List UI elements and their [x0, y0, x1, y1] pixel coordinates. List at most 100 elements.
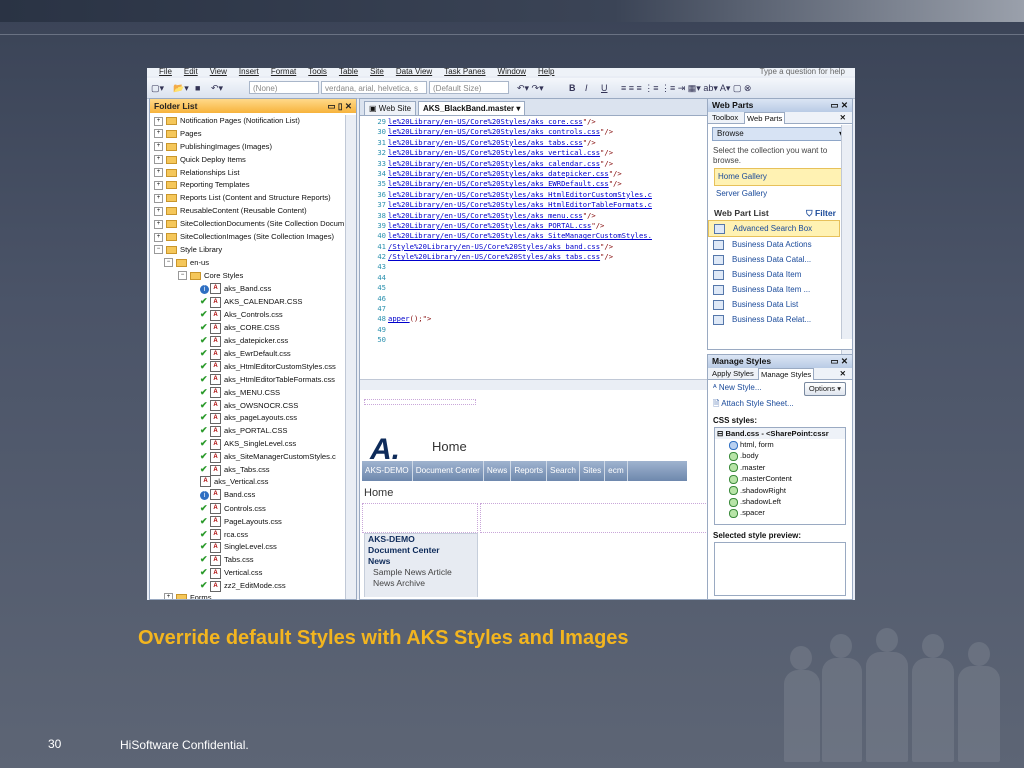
open-icon[interactable]: 📂▾: [173, 82, 189, 94]
tree-node[interactable]: + Pages: [150, 128, 346, 141]
tree-node[interactable]: ✔ Aaks_MENU.CSS: [150, 386, 346, 399]
nav-tab[interactable]: AKS-DEMO: [362, 461, 413, 481]
menu-item[interactable]: Data View: [396, 68, 432, 76]
quick-launch-heading[interactable]: News: [365, 556, 477, 567]
menu-item[interactable]: Site: [370, 68, 384, 76]
underline-icon[interactable]: U: [601, 82, 608, 94]
nav-tab[interactable]: ecm: [605, 461, 628, 481]
css-rule-item[interactable]: .spacer: [715, 507, 845, 518]
quick-launch-heading[interactable]: AKS-DEMO: [365, 534, 477, 545]
tree-node[interactable]: ✔ A AKS_CALENDAR.CSS: [150, 295, 346, 308]
tree-node[interactable]: ✔ Aaks_HtmlEditorCustomStyles.css: [150, 360, 346, 373]
web-part-item[interactable]: Business Data Item: [708, 267, 852, 282]
italic-icon[interactable]: I: [585, 82, 588, 94]
tree-node[interactable]: + SiteCollectionDocuments (Site Collectio…: [150, 218, 346, 231]
menu-item[interactable]: Edit: [184, 68, 198, 76]
save-icon[interactable]: ■: [195, 82, 200, 94]
nav-tab[interactable]: News: [484, 461, 512, 481]
expand-icon[interactable]: +: [154, 116, 163, 126]
tree-node[interactable]: − en-us: [150, 257, 346, 270]
tree-node[interactable]: ✔ Azz2_EditMode.css: [150, 579, 346, 592]
browse-dropdown[interactable]: Browse▾: [712, 127, 848, 141]
menu-item[interactable]: Window: [498, 68, 526, 76]
expand-icon[interactable]: +: [154, 129, 163, 139]
css-rule-item[interactable]: .master: [715, 462, 845, 473]
collapse-icon[interactable]: −: [154, 245, 163, 255]
tree-node[interactable]: ✔ Aaks_OWSNOCR.CSS: [150, 399, 346, 412]
expand-icon[interactable]: +: [154, 193, 163, 203]
tree-node[interactable]: + Reports List (Content and Structure Rep…: [150, 192, 346, 205]
nav-tab[interactable]: Reports: [511, 461, 548, 481]
gallery-server[interactable]: Server Gallery: [708, 186, 852, 202]
tree-node[interactable]: ✔ A AKS_SingleLevel.css: [150, 437, 346, 450]
close-icon[interactable]: ✕: [838, 112, 848, 123]
menu-item[interactable]: Task Panes: [444, 68, 485, 76]
web-part-item[interactable]: Business Data Relat...: [708, 312, 852, 327]
tab-manage-styles[interactable]: Manage Styles: [758, 368, 815, 380]
tree-node[interactable]: ✔ A PageLayouts.css: [150, 515, 346, 528]
gallery-home[interactable]: Home Gallery: [714, 168, 846, 186]
menu-item[interactable]: Insert: [239, 68, 259, 76]
tree-node[interactable]: Aaks_Vertical.css: [150, 476, 346, 489]
tree-node[interactable]: + SiteCollectionImages (Site Collection I…: [150, 231, 346, 244]
web-part-item[interactable]: Business Data List: [708, 297, 852, 312]
web-part-item[interactable]: Business Data Item ...: [708, 282, 852, 297]
filter-button[interactable]: ⛉ Filter: [806, 208, 836, 219]
tree-node[interactable]: + Notification Pages (Notification List): [150, 115, 346, 128]
undo2-icon[interactable]: ↶▾ ↷▾: [517, 82, 544, 94]
tab-web-site[interactable]: ▣ Web Site: [364, 101, 417, 115]
expand-icon[interactable]: +: [154, 219, 163, 229]
tree-node[interactable]: + ReusableContent (Reusable Content): [150, 205, 346, 218]
tree-node[interactable]: + Forms: [150, 592, 346, 599]
tree-node[interactable]: + Quick Deploy Items: [150, 154, 346, 167]
style-sheet-node[interactable]: ⊟ Band.css - <SharePoint:cssr: [715, 428, 845, 439]
tree-node[interactable]: − Core Styles: [150, 270, 346, 283]
quick-launch-heading[interactable]: Document Center: [365, 545, 477, 556]
quick-launch-item[interactable]: Sample News Article: [365, 567, 477, 578]
close-icon[interactable]: ▭ ✕: [830, 99, 848, 112]
style-combo[interactable]: (None): [249, 81, 319, 94]
new-page-icon[interactable]: ▢▾: [151, 82, 164, 94]
menu-item[interactable]: Table: [339, 68, 358, 76]
tree-node[interactable]: ✔ A SingleLevel.css: [150, 540, 346, 553]
css-rule-item[interactable]: .shadowRight: [715, 485, 845, 496]
menu-item[interactable]: View: [210, 68, 227, 76]
tree-node[interactable]: ✔ Aaks_HtmlEditorTableFormats.css: [150, 373, 346, 386]
collapse-icon[interactable]: +: [164, 593, 173, 599]
new-style-link[interactable]: ᴬ New Style...: [713, 383, 762, 392]
expand-icon[interactable]: +: [154, 180, 163, 190]
tree-node[interactable]: + Relationships List: [150, 167, 346, 180]
tree-node[interactable]: ✔ Aaks_pageLayouts.css: [150, 411, 346, 424]
collapse-icon[interactable]: −: [178, 271, 187, 281]
expand-icon[interactable]: +: [154, 155, 163, 165]
bold-icon[interactable]: B: [569, 82, 576, 94]
expand-icon[interactable]: +: [154, 206, 163, 216]
tree-node[interactable]: ✔ A Aks_Controls.css: [150, 308, 346, 321]
tab-master-page[interactable]: AKS_BlackBand.master ▾: [418, 101, 526, 115]
expand-icon[interactable]: +: [154, 142, 163, 152]
nav-tab[interactable]: Sites: [580, 461, 606, 481]
tree-node[interactable]: + PublishingImages (Images): [150, 141, 346, 154]
menu-item[interactable]: Tools: [308, 68, 327, 76]
close-icon[interactable]: ▭ ▯ ✕: [327, 99, 352, 113]
css-rule-item[interactable]: .masterContent: [715, 473, 845, 484]
attach-style-sheet-link[interactable]: 🗎 Attach Style Sheet...: [708, 396, 852, 412]
tree-node[interactable]: ✔ Aaks_Tabs.css: [150, 463, 346, 476]
collapse-icon[interactable]: −: [164, 258, 173, 268]
close-icon[interactable]: ▭ ✕: [830, 355, 848, 368]
web-parts-scrollbar[interactable]: [841, 125, 852, 339]
folder-vertical-scrollbar[interactable]: [345, 115, 356, 599]
options-button[interactable]: Options ▾: [803, 382, 846, 396]
tree-node[interactable]: i A Band.css: [150, 489, 346, 502]
menu-item[interactable]: Format: [271, 68, 296, 76]
nav-tab[interactable]: Search: [547, 461, 580, 481]
tree-node[interactable]: ✔ Arca.css: [150, 528, 346, 541]
tree-node[interactable]: i Aaks_Band.css: [150, 283, 346, 296]
tree-node[interactable]: ✔ A Vertical.css: [150, 566, 346, 579]
undo-icon[interactable]: ↶▾: [211, 82, 223, 94]
css-rule-item[interactable]: .shadowLeft: [715, 496, 845, 507]
tab-web-parts[interactable]: Web Parts: [744, 112, 786, 124]
tree-node[interactable]: ✔ A Controls.css: [150, 502, 346, 515]
tree-node[interactable]: + Reporting Templates: [150, 179, 346, 192]
tree-node[interactable]: ✔ Aaks_PORTAL.CSS: [150, 424, 346, 437]
